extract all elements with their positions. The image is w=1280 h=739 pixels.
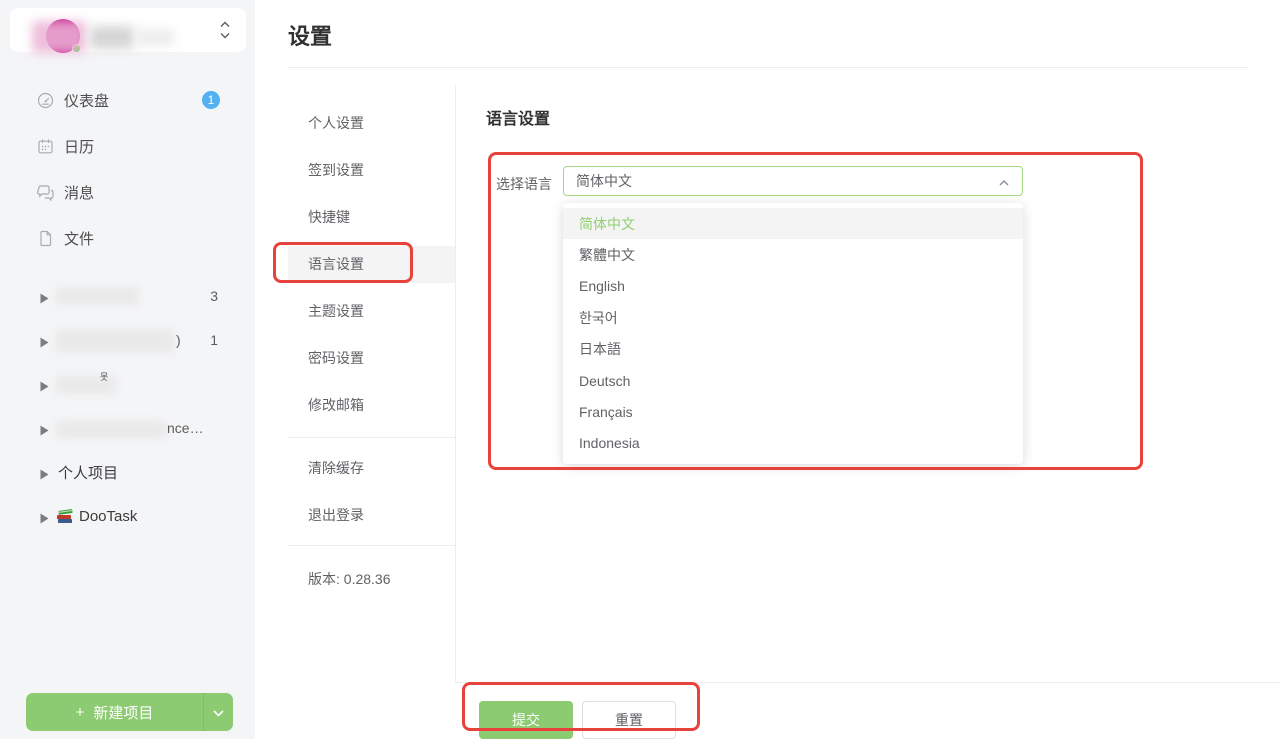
- language-select-value: 简体中文: [576, 171, 632, 191]
- sidebar-item-label: 日历: [64, 136, 94, 157]
- chevron-down-icon: [213, 705, 224, 720]
- version-label: 版本: 0.28.36: [308, 569, 391, 589]
- new-project-label: 新建项目: [93, 702, 153, 723]
- menu-item-checkin-settings[interactable]: 签到设置: [288, 147, 455, 194]
- expand-triangle-icon[interactable]: [40, 467, 49, 478]
- sidebar-item-label: 消息: [64, 182, 94, 203]
- sidebar-item-files[interactable]: 文件: [0, 224, 255, 252]
- blurred-avatar-overlay: [32, 21, 86, 53]
- calendar-icon: [37, 138, 54, 155]
- project-name-fragment: nce…: [167, 420, 204, 436]
- file-icon: [37, 230, 54, 247]
- dropdown-option-japanese[interactable]: 日本語: [563, 334, 1023, 365]
- message-icon: [37, 184, 54, 201]
- expand-triangle-icon[interactable]: [40, 423, 49, 434]
- dropdown-option-english[interactable]: English: [563, 271, 1023, 302]
- blurred-project-name: [56, 287, 138, 305]
- expand-triangle-icon[interactable]: [40, 335, 49, 346]
- dashboard-icon: [37, 92, 54, 109]
- project-row-blurred-4[interactable]: nce…: [0, 414, 255, 442]
- dropdown-option-zh-tw[interactable]: 繁體中文: [563, 239, 1023, 270]
- menu-item-change-email[interactable]: 修改邮箱: [288, 382, 455, 429]
- project-row-blurred-2[interactable]: ) 1: [0, 326, 255, 354]
- project-name-fragment: 못: [100, 370, 108, 383]
- menu-item-theme-settings[interactable]: 主题设置: [288, 288, 455, 335]
- reset-button[interactable]: 重置: [582, 701, 676, 739]
- submit-button[interactable]: 提交: [479, 701, 573, 739]
- project-row-personal[interactable]: 个人项目: [0, 458, 255, 486]
- expand-triangle-icon[interactable]: [40, 511, 49, 522]
- project-name-fragment: ): [176, 332, 181, 348]
- menu-item-clear-cache[interactable]: 清除缓存: [288, 445, 455, 492]
- sidebar-item-messages[interactable]: 消息: [0, 178, 255, 206]
- language-select[interactable]: 简体中文: [563, 166, 1023, 196]
- dropdown-option-zh-cn[interactable]: 简体中文: [563, 208, 1023, 239]
- user-card[interactable]: [10, 8, 246, 52]
- sidebar-item-dashboard[interactable]: 仪表盘 1: [0, 86, 255, 114]
- expand-triangle-icon[interactable]: [40, 291, 49, 302]
- sidebar-item-calendar[interactable]: 日历: [0, 132, 255, 160]
- project-name: 个人项目: [58, 462, 118, 483]
- sidebar: 仪表盘 1 日历 消息 文件 3: [0, 0, 255, 739]
- sidebar-item-label: 文件: [64, 228, 94, 249]
- section-heading: 语言设置: [486, 105, 550, 129]
- project-row-blurred-1[interactable]: 3: [0, 282, 255, 310]
- project-row-dootask[interactable]: DooTask: [0, 502, 255, 530]
- project-name: DooTask: [79, 508, 137, 525]
- new-project-button-group: + 新建项目: [26, 693, 233, 731]
- dropdown-option-german[interactable]: Deutsch: [563, 365, 1023, 396]
- new-project-dropdown-button[interactable]: [203, 693, 233, 731]
- select-language-label: 选择语言: [496, 174, 552, 194]
- title-divider: [288, 67, 1248, 68]
- project-row-blurred-3[interactable]: 못: [0, 370, 255, 398]
- project-count: 3: [194, 288, 218, 304]
- menu-item-personal-settings[interactable]: 个人设置: [288, 100, 455, 147]
- blurred-project-name: [56, 329, 174, 353]
- chevron-up-down-icon[interactable]: [218, 21, 232, 39]
- dropdown-option-korean[interactable]: 한국어: [563, 302, 1023, 333]
- menu-item-language-settings[interactable]: 语言设置: [288, 241, 455, 288]
- menu-divider: [288, 437, 455, 438]
- expand-triangle-icon[interactable]: [40, 379, 49, 390]
- new-project-button[interactable]: + 新建项目: [26, 693, 203, 731]
- menu-item-password-settings[interactable]: 密码设置: [288, 335, 455, 382]
- project-count: 1: [194, 332, 218, 348]
- sidebar-item-label: 仪表盘: [64, 90, 109, 111]
- app-window: 仪表盘 1 日历 消息 文件 3: [0, 0, 1280, 739]
- chevron-up-icon: [998, 176, 1010, 188]
- blurred-user-name-2: [136, 29, 174, 46]
- menu-item-shortcuts[interactable]: 快捷键: [288, 194, 455, 241]
- dropdown-option-indonesian[interactable]: Indonesia: [563, 428, 1023, 459]
- blurred-project-name: [56, 421, 166, 438]
- plus-icon: +: [76, 704, 85, 721]
- menu-divider: [288, 545, 455, 546]
- menu-item-logout[interactable]: 退出登录: [288, 492, 455, 539]
- notification-badge: 1: [202, 91, 220, 109]
- books-icon: [56, 508, 74, 529]
- footer-divider: [455, 682, 1280, 683]
- dropdown-option-french[interactable]: Français: [563, 396, 1023, 427]
- language-dropdown-panel: 简体中文 繁體中文 English 한국어 日本語 Deutsch França…: [563, 203, 1023, 464]
- menu-content-divider: [455, 85, 456, 682]
- blurred-user-name: [90, 26, 134, 49]
- page-title: 设置: [288, 19, 332, 51]
